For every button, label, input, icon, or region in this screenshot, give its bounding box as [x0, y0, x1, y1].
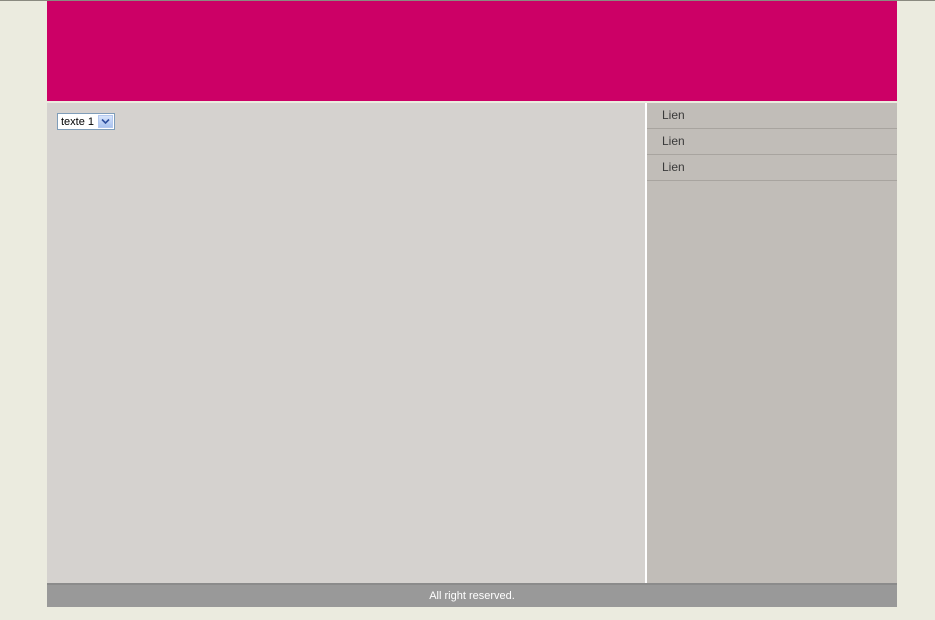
footer-text: All right reserved.	[429, 590, 515, 602]
sidebar: Lien Lien Lien	[647, 103, 897, 583]
footer: All right reserved.	[47, 583, 897, 607]
sidebar-link-label: Lien	[662, 108, 685, 122]
sidebar-link-3[interactable]: Lien	[647, 155, 897, 181]
content-area: texte 1 Lien Lien Lien	[47, 103, 897, 583]
sidebar-link-label: Lien	[662, 160, 685, 174]
sidebar-link-label: Lien	[662, 134, 685, 148]
sidebar-link-2[interactable]: Lien	[647, 129, 897, 155]
chevron-down-icon[interactable]	[98, 115, 113, 128]
header-banner	[47, 1, 897, 101]
text-select-value: texte 1	[61, 116, 95, 128]
text-select[interactable]: texte 1	[57, 113, 115, 130]
page-container: texte 1 Lien Lien Lien All right reserve…	[47, 1, 897, 607]
sidebar-link-1[interactable]: Lien	[647, 103, 897, 129]
main-content: texte 1	[47, 103, 645, 583]
